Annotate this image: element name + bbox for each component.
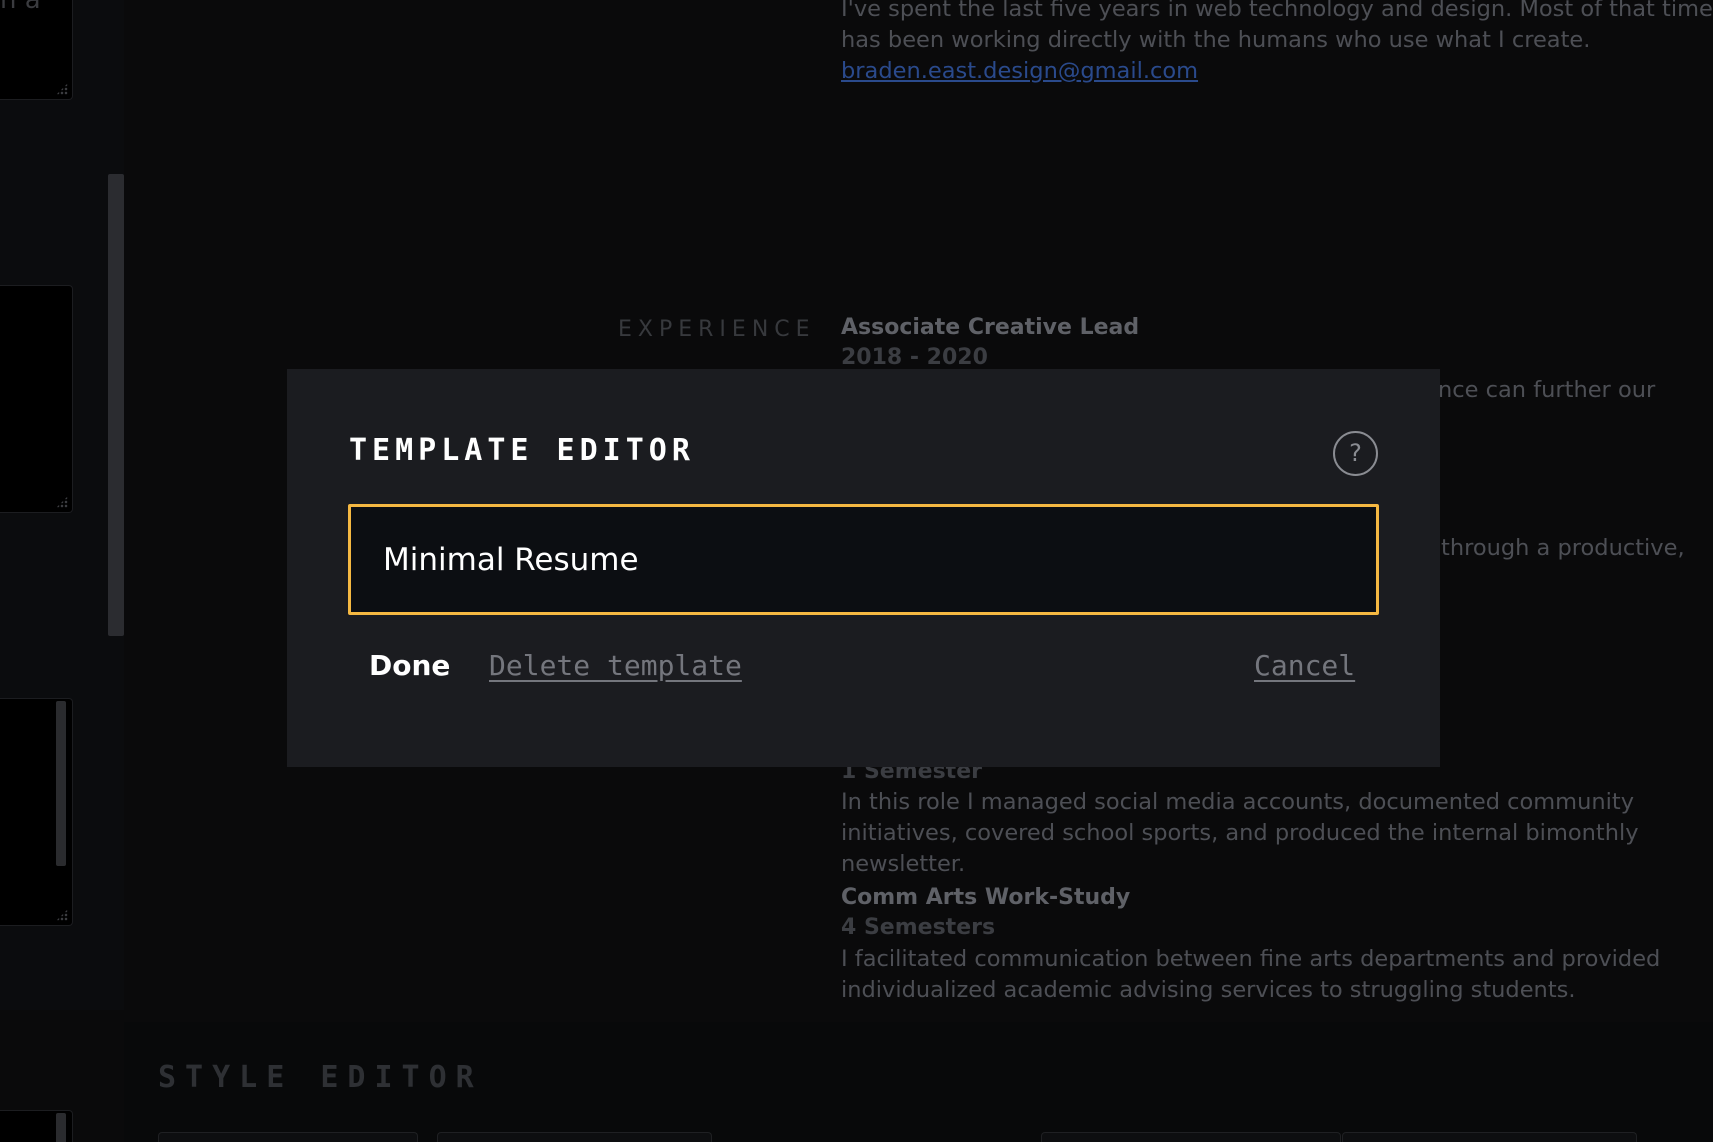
intro-paragraph: I've spent the last five years in web te… bbox=[841, 0, 1713, 53]
job-dates: 4 Semesters bbox=[841, 915, 996, 940]
style-editor-tab[interactable] bbox=[1342, 1132, 1637, 1142]
template-card[interactable] bbox=[0, 285, 73, 513]
job-title: Associate Creative Lead bbox=[841, 315, 1140, 340]
card-scrollbar[interactable] bbox=[56, 1113, 66, 1142]
job-title: Comm Arts Work-Study bbox=[841, 885, 1131, 910]
email-link[interactable]: braden.east.design@gmail.com bbox=[841, 56, 1713, 87]
delete-template-button[interactable]: Delete template bbox=[489, 649, 742, 682]
experience-section-label: EXPERIENCE bbox=[618, 317, 816, 342]
dialog-title: TEMPLATE EDITOR bbox=[349, 433, 695, 468]
style-editor-tab[interactable] bbox=[1041, 1132, 1341, 1142]
template-card[interactable] bbox=[0, 698, 73, 926]
cancel-button[interactable]: Cancel bbox=[1254, 649, 1355, 682]
job-description: I facilitated communication between fine… bbox=[841, 946, 1661, 1003]
resize-grip-icon[interactable] bbox=[56, 83, 68, 95]
job-description-fragment: through a productive, bbox=[1441, 535, 1685, 561]
template-card[interactable]: n a bbox=[0, 0, 73, 100]
done-button[interactable]: Done bbox=[369, 649, 450, 682]
job-description-fragment: nce can further our bbox=[1438, 377, 1656, 403]
template-card-text: n a bbox=[0, 0, 41, 15]
help-icon[interactable]: ? bbox=[1333, 431, 1378, 476]
intro-text-block: I've spent the last five years in web te… bbox=[841, 0, 1713, 87]
job-dates: 2018 - 2020 bbox=[841, 345, 988, 370]
template-sidebar: n a bbox=[0, 0, 124, 1142]
style-editor-tab[interactable] bbox=[158, 1132, 418, 1142]
card-scrollbar[interactable] bbox=[56, 701, 66, 866]
resize-grip-icon[interactable] bbox=[56, 909, 68, 921]
dialog-actions: Done Delete template Cancel bbox=[287, 649, 1440, 699]
resize-grip-icon[interactable] bbox=[56, 496, 68, 508]
style-editor-title: STYLE EDITOR bbox=[158, 1060, 483, 1095]
style-editor-tab[interactable] bbox=[437, 1132, 712, 1142]
template-card[interactable] bbox=[0, 1110, 73, 1142]
app-root: n a I've spent the last five years in we… bbox=[0, 0, 1713, 1142]
template-editor-dialog: TEMPLATE EDITOR ? Done Delete template C… bbox=[287, 369, 1440, 767]
sidebar-scrollbar[interactable] bbox=[108, 174, 124, 636]
template-name-input[interactable] bbox=[348, 504, 1379, 615]
job-description: In this role I managed social media acco… bbox=[841, 789, 1639, 877]
